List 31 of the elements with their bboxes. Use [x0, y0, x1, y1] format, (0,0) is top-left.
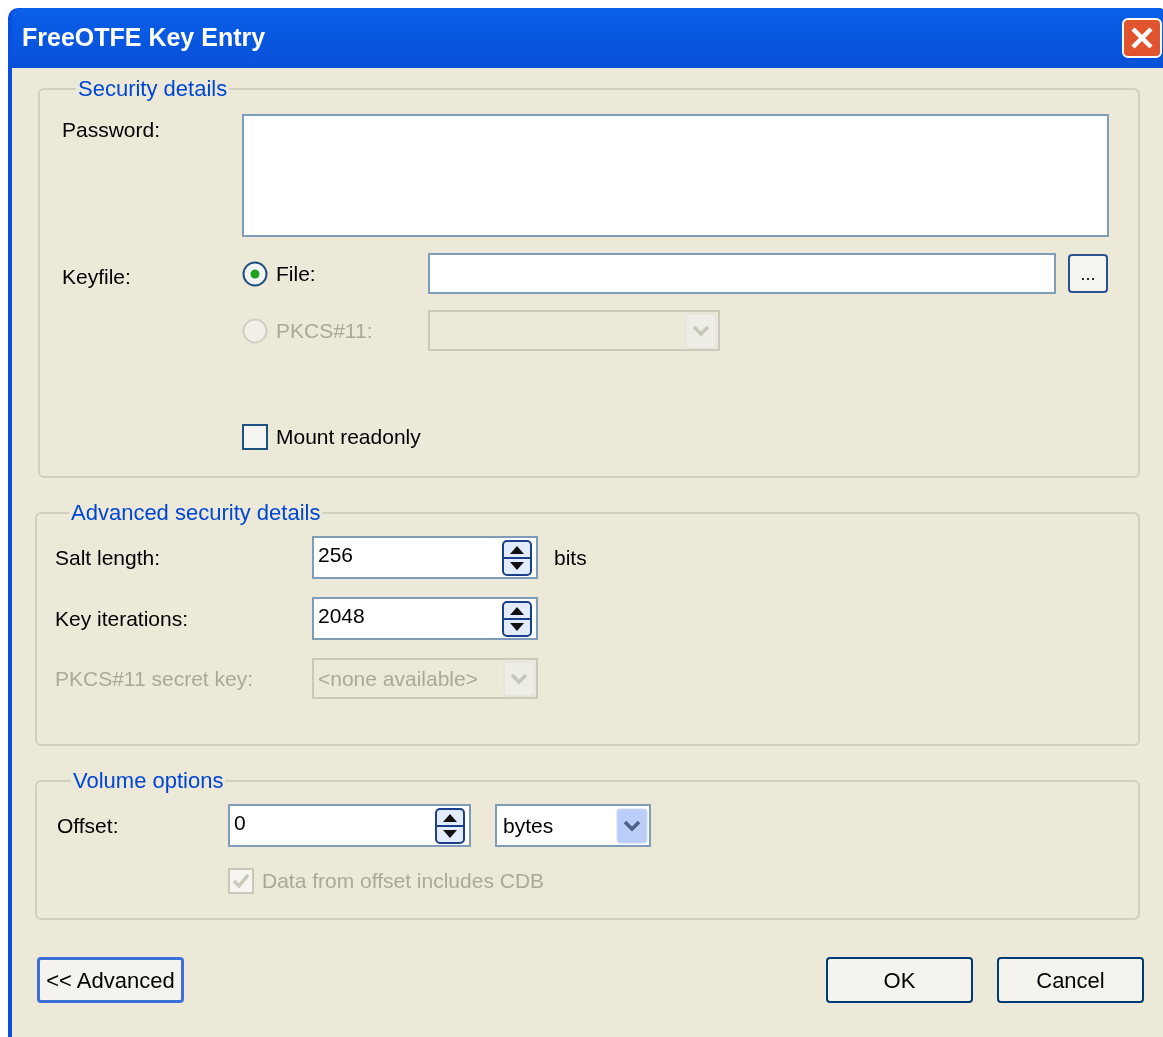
group-title: Volume options	[72, 768, 225, 794]
close-icon[interactable]	[1122, 18, 1162, 58]
offset-field[interactable]: 0	[228, 804, 471, 847]
password-field[interactable]	[242, 114, 1109, 237]
unit-label: bits	[554, 544, 587, 571]
dialog-button[interactable]: << Advanced	[37, 957, 184, 1003]
checkbox-label: Data from offset includes CDB	[262, 868, 545, 894]
group-title: Security details	[77, 76, 229, 102]
browse-button[interactable]: ...	[1068, 254, 1108, 293]
password-label: Password:	[62, 117, 162, 143]
spinner-icon[interactable]	[435, 807, 465, 844]
radio-label: PKCS#11:	[276, 317, 373, 344]
spinner-icon[interactable]	[502, 539, 532, 576]
keyfile-path-field[interactable]	[428, 253, 1056, 294]
checkbox[interactable]	[242, 423, 268, 450]
window-title: FreeOTFE Key Entry	[22, 22, 266, 54]
radio-label: File:	[276, 260, 316, 287]
salt-length-field[interactable]: 256	[312, 536, 538, 579]
dialog-button[interactable]: Cancel	[997, 957, 1144, 1003]
salt-length-label: Salt length:	[55, 544, 162, 571]
offset-label: Offset:	[57, 812, 120, 839]
key-iterations-field[interactable]: 2048	[312, 597, 538, 640]
keyfile-label: Keyfile:	[62, 264, 132, 290]
checkbox-label: Mount readonly	[276, 424, 421, 450]
spinner-icon[interactable]	[502, 600, 532, 637]
key-iterations-label: Key iterations:	[55, 605, 190, 632]
secret-key-label: PKCS#11 secret key:	[55, 665, 255, 692]
radio-button[interactable]	[242, 260, 268, 287]
group-title: Advanced security details	[70, 500, 322, 526]
dialog-button[interactable]: OK	[826, 957, 973, 1003]
unit-dropdown[interactable]: bytes	[495, 804, 651, 847]
